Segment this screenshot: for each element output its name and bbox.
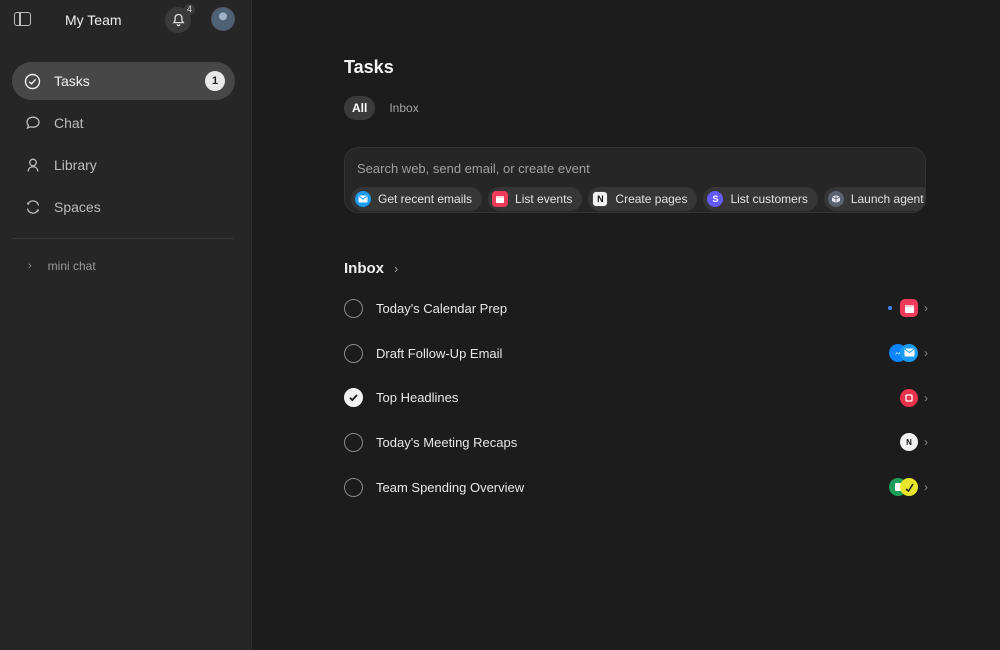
chip-create-pages[interactable]: N Create pages <box>588 187 698 211</box>
chevron-right-icon: › <box>924 301 928 315</box>
tasks-count-badge: 1 <box>205 71 225 91</box>
sidebar-item-library[interactable]: Library <box>12 146 235 184</box>
task-checkbox[interactable] <box>344 478 363 498</box>
agent-icon <box>827 191 844 207</box>
person-icon <box>24 157 41 174</box>
task-apps: N › <box>900 433 928 452</box>
task-apps: › <box>889 343 928 362</box>
news-icon <box>900 388 918 407</box>
sidebar-item-label: Library <box>54 157 97 173</box>
task-apps: › <box>888 299 928 317</box>
calendar-icon <box>900 299 918 317</box>
tab-inbox[interactable]: Inbox <box>381 96 426 120</box>
chip-label: Create pages <box>615 192 688 206</box>
chevron-right-icon: › <box>394 261 399 276</box>
app-window: My Team 4 Tasks 1 Chat Library Spaces › … <box>0 0 1000 650</box>
task-title: Top Headlines <box>376 390 459 406</box>
inbox-title: Inbox <box>344 260 384 277</box>
task-row[interactable]: Today's Calendar Prep › <box>344 286 928 331</box>
notion-icon: N <box>592 191 609 207</box>
task-checkbox-checked[interactable] <box>344 388 363 408</box>
sidebar-header: My Team 4 <box>0 0 251 40</box>
task-list: Today's Calendar Prep › Draft Follow-Up … <box>344 286 928 510</box>
chip-label: Get recent emails <box>378 192 473 206</box>
stripe-icon: S <box>707 191 724 207</box>
search-input[interactable] <box>357 158 907 178</box>
tab-bar: All Inbox <box>344 96 433 120</box>
sidebar: My Team 4 Tasks 1 Chat Library Spaces › … <box>0 0 252 650</box>
task-checkbox[interactable] <box>344 298 363 318</box>
task-apps: › <box>889 478 928 497</box>
sidebar-item-chat[interactable]: Chat <box>12 104 235 142</box>
task-row[interactable]: Top Headlines › <box>344 376 928 421</box>
command-box: Get recent emails List events N Create p… <box>344 147 926 213</box>
chip-launch-agent[interactable]: Launch agent <box>823 187 925 211</box>
task-row[interactable]: Team Spending Overview › <box>344 465 928 510</box>
notion-icon: N <box>900 433 918 452</box>
mail-icon <box>355 191 371 207</box>
check-circle-icon <box>24 73 41 90</box>
task-row[interactable]: Today's Meeting Recaps N › <box>344 420 928 465</box>
task-checkbox[interactable] <box>344 343 363 363</box>
sidebar-item-label: Spaces <box>54 199 101 215</box>
chip-list-customers[interactable]: S List customers <box>703 187 818 211</box>
chevron-right-icon: › <box>924 345 928 360</box>
task-title: Draft Follow-Up Email <box>376 345 503 361</box>
sidebar-item-mini-chat[interactable]: › mini chat <box>28 259 96 273</box>
chip-label: List events <box>515 192 573 206</box>
tab-all[interactable]: All <box>344 96 376 120</box>
chip-list-events[interactable]: List events <box>488 187 583 211</box>
task-checkbox[interactable] <box>344 433 363 453</box>
task-title: Today's Meeting Recaps <box>376 435 518 451</box>
mail-icon <box>900 343 918 362</box>
chat-bubble-icon <box>24 115 41 132</box>
chevron-right-icon: › <box>924 480 928 495</box>
chevron-right-icon: › <box>28 260 32 272</box>
chip-get-recent-emails[interactable]: Get recent emails <box>351 187 483 211</box>
sidebar-item-label: Chat <box>54 115 84 131</box>
sidebar-divider <box>12 238 234 239</box>
main-content: Tasks All Inbox Get recent emails List e <box>252 0 1000 650</box>
inbox-section-header[interactable]: Inbox › <box>344 260 398 277</box>
task-row[interactable]: Draft Follow-Up Email › <box>344 331 928 376</box>
chevron-right-icon: › <box>924 435 928 450</box>
bell-icon <box>172 13 184 27</box>
task-apps: › <box>900 388 928 407</box>
expense-app-icon <box>900 478 918 497</box>
team-name[interactable]: My Team <box>65 12 122 28</box>
sidebar-item-spaces[interactable]: Spaces <box>12 188 235 226</box>
checkmark-icon <box>349 394 358 402</box>
unread-dot <box>888 306 892 310</box>
spaces-icon <box>24 199 41 216</box>
task-title: Today's Calendar Prep <box>376 300 508 316</box>
suggestion-chips: Get recent emails List events N Create p… <box>351 187 925 211</box>
sidebar-nav: Tasks 1 Chat Library Spaces <box>12 62 235 230</box>
sidebar-sub-label: mini chat <box>47 259 96 273</box>
sidebar-item-label: Tasks <box>54 73 90 89</box>
sidebar-toggle-icon[interactable] <box>14 12 31 26</box>
chip-label: Launch agent <box>850 192 924 206</box>
notification-count-badge: 4 <box>184 4 196 15</box>
chip-label: List customers <box>730 192 808 206</box>
chevron-right-icon: › <box>924 390 928 405</box>
sidebar-item-tasks[interactable]: Tasks 1 <box>12 62 235 100</box>
calendar-icon <box>492 191 509 207</box>
user-avatar[interactable] <box>211 7 235 31</box>
page-title: Tasks <box>344 57 394 77</box>
task-title: Team Spending Overview <box>376 480 525 496</box>
